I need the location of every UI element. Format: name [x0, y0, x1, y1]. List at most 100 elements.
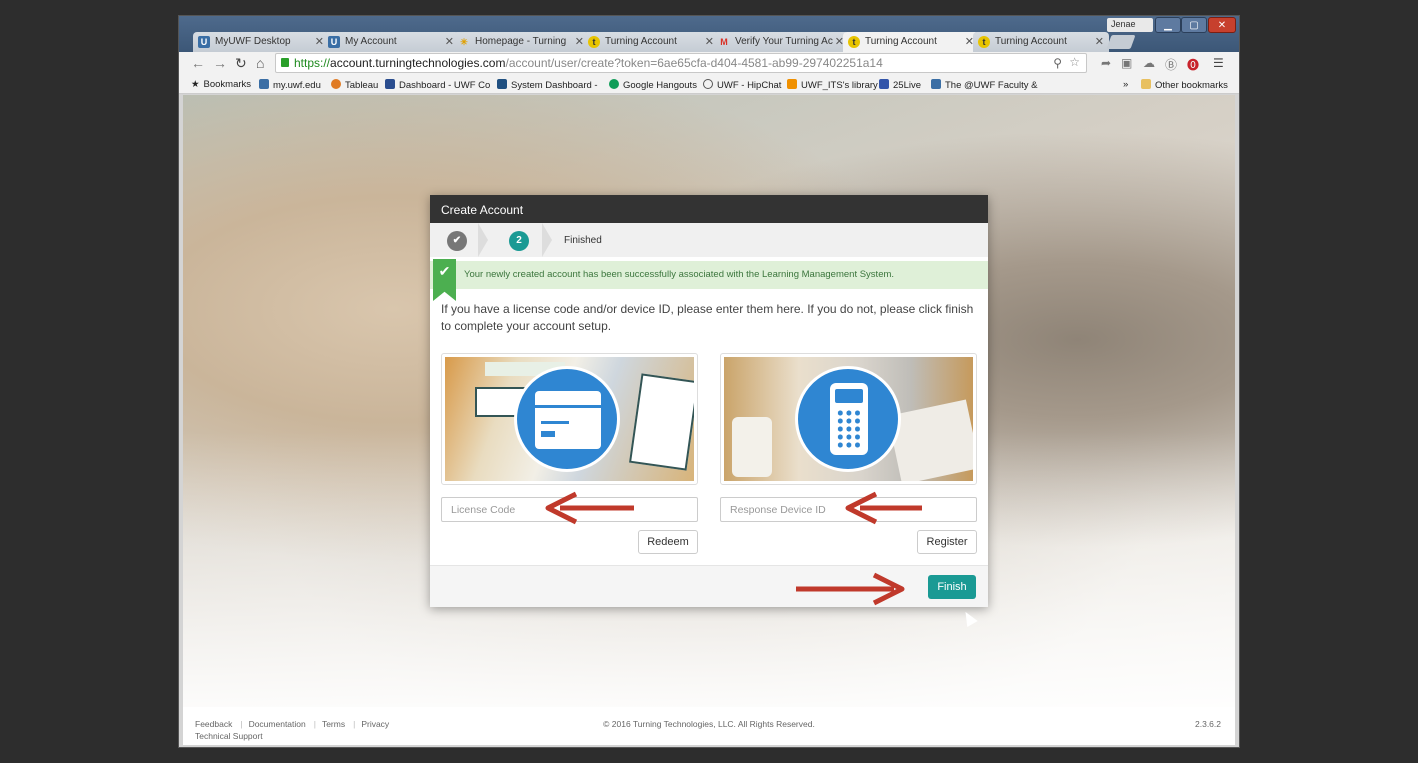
rss-icon: [787, 79, 797, 89]
b-extension-icon[interactable]: Ⓑ: [1165, 56, 1177, 73]
bookmark-label: Bookmarks: [203, 79, 252, 90]
user-name: Jenae: [1111, 19, 1136, 29]
license-card: [441, 353, 698, 485]
progress-steps: ✔ 2 Finished: [430, 223, 988, 257]
url-host: account.turningtechnologies.com: [330, 56, 506, 70]
other-bookmarks[interactable]: Other bookmarks: [1141, 79, 1228, 91]
uwf-icon: U: [198, 36, 210, 48]
url-scheme: https://: [294, 56, 331, 70]
address-bar[interactable]: https://account.turningtechnologies.com/…: [275, 53, 1087, 73]
reload-icon[interactable]: ↻: [235, 55, 247, 72]
page-footer: Feedback | Documentation | Terms | Privacy Tec…: [183, 707, 1235, 745]
forward-icon[interactable]: →: [213, 55, 227, 71]
home-icon[interactable]: ⌂: [256, 55, 264, 71]
bookmarks-bar: ★ Bookmarks my.uwf.edu Tableau Dashboard …: [179, 75, 1239, 94]
menu-icon[interactable]: ☰: [1213, 56, 1224, 70]
maximize-button[interactable]: ▢: [1181, 17, 1207, 33]
gmail-icon: M: [720, 37, 728, 47]
license-circle: [514, 366, 620, 472]
bookmark-item[interactable]: UWF_ITS's library: [787, 79, 878, 91]
tab-myuwf-desktop[interactable]: U MyUWF Desktop ✕: [193, 32, 329, 52]
tab-label: Homepage - Turning: [475, 36, 567, 47]
success-ribbon: ✔: [433, 259, 456, 301]
redeem-button[interactable]: Redeem: [638, 530, 698, 554]
bookmark-label: System Dashboard -: [511, 80, 598, 91]
step-label-finished: Finished: [564, 235, 602, 246]
bookmark-star-icon[interactable]: ☆: [1069, 55, 1080, 69]
bookmark-item[interactable]: Google Hangouts: [609, 79, 697, 91]
create-account-modal: Create Account ✔ 2 Finished ✔ Your newly…: [430, 195, 988, 607]
device-image: [724, 357, 973, 481]
cloud-icon[interactable]: ☁: [1143, 56, 1155, 70]
bookmark-item[interactable]: The @UWF Faculty &: [931, 79, 1038, 91]
license-code-placeholder: License Code: [451, 504, 516, 516]
bookmark-label: Google Hangouts: [623, 80, 697, 91]
tab-homepage-turning[interactable]: ✳ Homepage - Turning ✕: [453, 32, 589, 52]
footer-copyright: © 2016 Turning Technologies, LLC. All Ri…: [603, 719, 815, 729]
tab-verify-turning[interactable]: M Verify Your Turning Ac ✕: [713, 32, 849, 52]
minimize-button[interactable]: ▁: [1155, 17, 1181, 33]
browser-toolbar: ← → ↻ ⌂ https://account.turningtechnolog…: [179, 52, 1239, 75]
tab-turning-account-active[interactable]: t Turning Account ✕: [843, 32, 979, 53]
tab-label: Turning Account: [865, 36, 937, 47]
bookmark-item[interactable]: ★ Bookmarks: [191, 79, 251, 90]
folder-icon: [1141, 79, 1151, 89]
tab-turning-account-3[interactable]: t Turning Account ✕: [973, 32, 1109, 52]
finish-button[interactable]: Finish: [928, 575, 976, 599]
turning-icon: t: [588, 36, 600, 48]
bookmark-item[interactable]: Tableau: [331, 79, 378, 91]
tab-my-account[interactable]: U My Account ✕: [323, 32, 459, 52]
close-icon[interactable]: ✕: [1095, 35, 1104, 48]
bookmark-label: UWF_ITS's library: [801, 80, 878, 91]
tab-label: Turning Account: [605, 36, 677, 47]
device-keys: [836, 409, 862, 449]
footer-link-technical-support[interactable]: Technical Support: [195, 731, 263, 741]
step-two-indicator: 2: [509, 231, 529, 251]
bookmark-label: 25Live: [893, 80, 921, 91]
bookmark-item[interactable]: 25Live: [879, 79, 921, 91]
turning-icon: t: [978, 36, 990, 48]
uwf-icon: [931, 79, 941, 89]
tab-label: Turning Account: [995, 36, 1067, 47]
hangouts-icon: [609, 79, 619, 89]
bookmark-label: The @UWF Faculty &: [945, 80, 1038, 91]
tab-turning-account-1[interactable]: t Turning Account ✕: [583, 32, 719, 52]
turning-icon: t: [848, 36, 860, 48]
bookmark-label: UWF - HipChat: [717, 80, 782, 91]
credit-card-icon: [535, 391, 601, 449]
arrow-left-license-annotation: [545, 491, 634, 525]
jira-icon: [497, 79, 507, 89]
hipchat-icon: [703, 79, 713, 89]
bookmark-item[interactable]: UWF - HipChat: [703, 79, 781, 91]
arrow-left-device-annotation: [845, 491, 922, 525]
user-badge[interactable]: Jenae: [1107, 18, 1153, 32]
tab-strip: U MyUWF Desktop ✕ U My Account ✕ ✳ Homep…: [179, 16, 1239, 53]
instructions-text: If you have a license code and/or device…: [441, 302, 974, 333]
pinterest-icon[interactable]: ⓿: [1187, 56, 1199, 73]
bookmark-item[interactable]: System Dashboard -: [497, 79, 598, 91]
close-window-button[interactable]: ✕: [1208, 17, 1236, 33]
bookmark-item[interactable]: Dashboard - UWF Co: [385, 79, 490, 91]
bookmarks-overflow[interactable]: »: [1123, 79, 1128, 90]
card-chip: [541, 431, 555, 437]
register-button[interactable]: Register: [917, 530, 977, 554]
card-stripe: [535, 405, 601, 408]
alert-message: Your newly created account has been succ…: [464, 269, 895, 280]
device-screen: [835, 389, 863, 403]
extension-icon[interactable]: ▣: [1121, 56, 1132, 70]
tab-label: MyUWF Desktop: [215, 36, 291, 47]
bookmark-item[interactable]: my.uwf.edu: [259, 79, 321, 91]
other-bookmarks-label: Other bookmarks: [1155, 80, 1228, 91]
uwf-icon: U: [328, 36, 340, 48]
step-divider: [478, 223, 488, 257]
new-tab-button[interactable]: [1106, 35, 1136, 49]
uwf-icon: [259, 79, 269, 89]
turning-star-icon: ✳: [460, 37, 468, 47]
25live-icon: [879, 79, 889, 89]
key-icon[interactable]: ⚲: [1053, 56, 1062, 70]
back-icon[interactable]: ←: [191, 55, 205, 71]
clicker-graphic: [732, 417, 772, 477]
arrow-right-finish-annotation: [796, 572, 905, 606]
share-icon[interactable]: ➦: [1101, 56, 1111, 70]
clicker-device-icon: [830, 383, 868, 455]
